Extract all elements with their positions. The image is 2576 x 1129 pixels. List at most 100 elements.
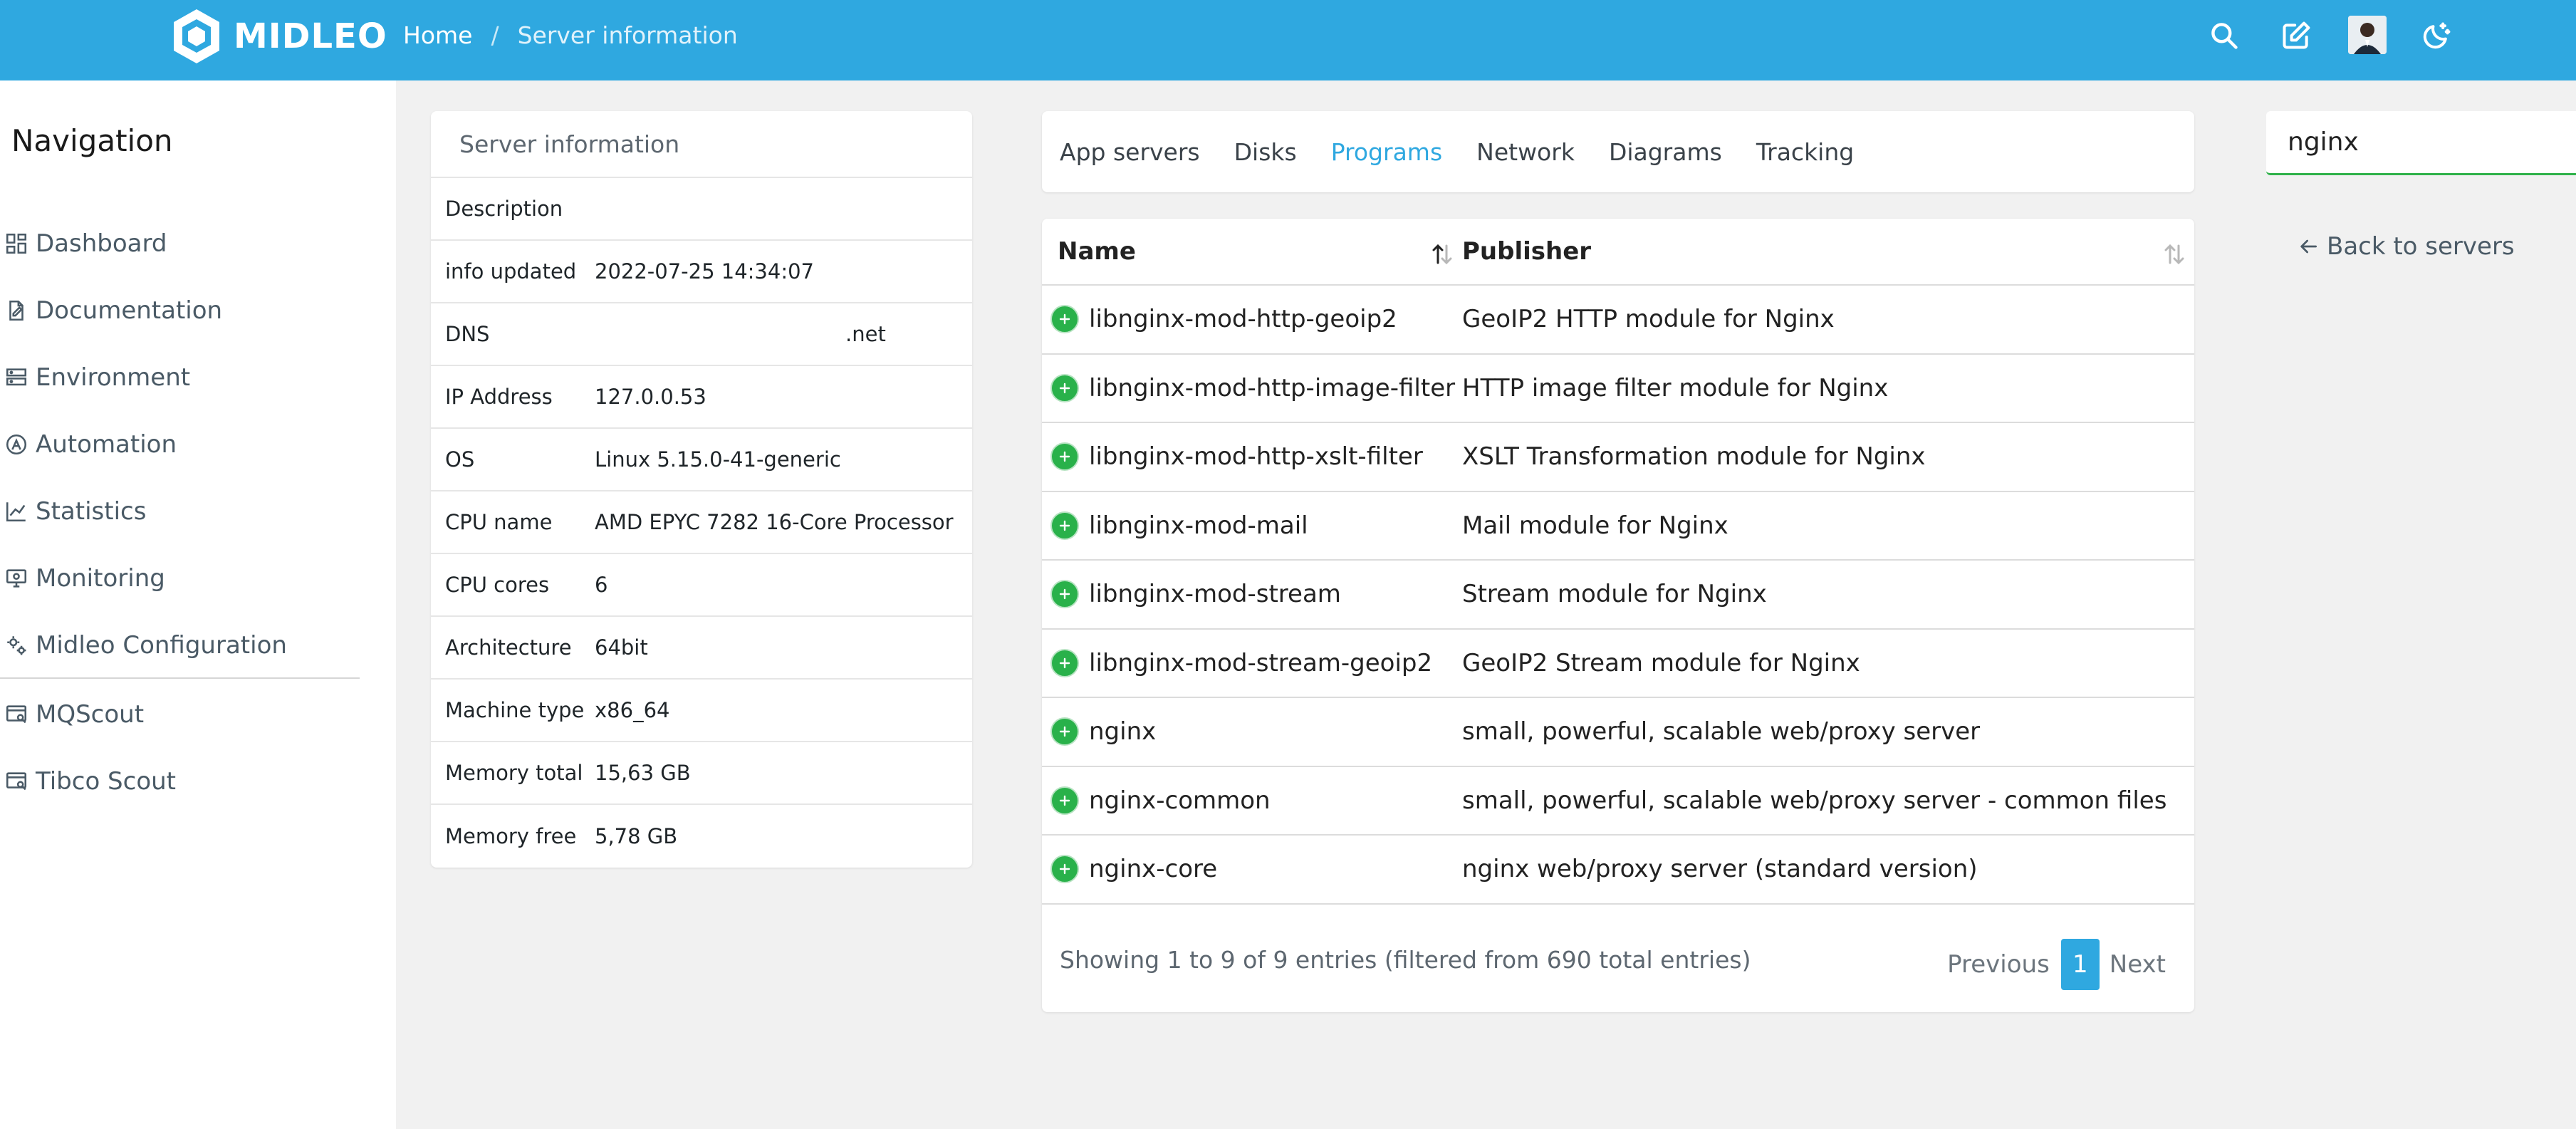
info-row-memory-total: Memory total 15,63 GB	[431, 742, 972, 805]
table-row: nginx-common small, powerful, scalable w…	[1042, 767, 2194, 836]
sidebar-item-midleo-configuration[interactable]: Midleo Configuration	[0, 620, 360, 670]
table-search-input[interactable]	[2288, 128, 2576, 157]
program-publisher: small, powerful, scalable web/proxy serv…	[1462, 717, 1981, 746]
avatar[interactable]	[2348, 16, 2387, 54]
sidebar-item-label: Automation	[36, 430, 177, 459]
sidebar-item-statistics[interactable]: Statistics	[0, 487, 360, 536]
user-avatar-icon	[2348, 16, 2387, 54]
dashboard-icon	[6, 233, 27, 254]
info-row-memory-free: Memory free 5,78 GB	[431, 805, 972, 868]
table-row: libnginx-mod-http-geoip2 GeoIP2 HTTP mod…	[1042, 286, 2194, 355]
expand-plus-icon[interactable]	[1050, 511, 1079, 540]
info-key: Machine type	[445, 698, 585, 722]
program-name: libnginx-mod-http-image-filter	[1089, 373, 1456, 402]
sidebar-item-documentation[interactable]: Documentation	[0, 286, 360, 335]
dark-mode-toggle[interactable]	[2418, 17, 2455, 54]
info-key: CPU name	[445, 510, 553, 534]
expand-plus-icon[interactable]	[1050, 305, 1079, 334]
search-button[interactable]	[2206, 17, 2243, 54]
expand-plus-icon[interactable]	[1050, 786, 1079, 815]
info-value: 64bit	[595, 635, 648, 660]
tab-app-servers[interactable]: App servers	[1060, 138, 1200, 166]
table-row: libnginx-mod-stream Stream module for Ng…	[1042, 561, 2194, 630]
server-info-title: Server information	[431, 111, 972, 178]
tab-programs[interactable]: Programs	[1331, 138, 1442, 166]
arrow-left-icon	[2300, 239, 2317, 254]
sort-icon	[2164, 244, 2184, 265]
sidebar-item-mqscout[interactable]: MQScout	[0, 690, 360, 739]
program-name: libnginx-mod-http-xslt-filter	[1089, 442, 1423, 472]
info-value: 15,63 GB	[595, 761, 691, 785]
edit-button[interactable]	[2278, 17, 2315, 54]
sidebar: Navigation Dashboard Documentation Envir…	[0, 80, 396, 1129]
expand-plus-icon[interactable]	[1050, 855, 1079, 884]
sidebar-item-label: Midleo Configuration	[36, 631, 287, 660]
program-publisher: Mail module for Nginx	[1462, 511, 1728, 540]
program-name: nginx-common	[1089, 786, 1271, 815]
back-link-label: Back to servers	[2327, 232, 2515, 261]
sidebar-item-automation[interactable]: Automation	[0, 420, 360, 469]
expand-plus-icon[interactable]	[1050, 580, 1079, 609]
program-name: libnginx-mod-mail	[1089, 511, 1308, 540]
sidebar-item-dashboard[interactable]: Dashboard	[0, 219, 360, 269]
program-publisher: GeoIP2 HTTP module for Nginx	[1462, 305, 1835, 334]
info-key: info updated	[445, 259, 577, 283]
table-row: libnginx-mod-http-image-filter HTTP imag…	[1042, 355, 2194, 423]
logo-icon	[174, 9, 219, 63]
program-name: libnginx-mod-stream-geoip2	[1089, 648, 1433, 677]
table-footer: Showing 1 to 9 of 9 entries (filtered fr…	[1042, 927, 2194, 992]
sidebar-item-tibco-scout[interactable]: Tibco Scout	[0, 756, 360, 806]
table-row: nginx small, powerful, scalable web/prox…	[1042, 698, 2194, 767]
sidebar-item-label: Environment	[36, 363, 191, 392]
info-key: Memory total	[445, 761, 583, 785]
sidebar-item-label: MQScout	[36, 700, 145, 729]
brand-logo[interactable]: MIDLEO	[171, 6, 387, 67]
info-key: CPU cores	[445, 573, 550, 597]
column-header-label: Name	[1058, 237, 1136, 266]
sidebar-divider	[0, 677, 360, 679]
sidebar-item-monitoring[interactable]: Monitoring	[0, 553, 360, 603]
expand-plus-icon[interactable]	[1050, 717, 1079, 746]
column-header-name[interactable]: Name	[1042, 219, 1462, 284]
info-row-cpu-name: CPU name AMD EPYC 7282 16-Core Processor	[431, 491, 972, 554]
tab-diagrams[interactable]: Diagrams	[1609, 138, 1722, 166]
brand-name: MIDLEO	[234, 16, 387, 56]
program-name: libnginx-mod-stream	[1089, 580, 1341, 609]
info-value: 127.0.0.53	[595, 385, 706, 409]
breadcrumb-home[interactable]: Home	[403, 21, 472, 49]
program-name: libnginx-mod-http-geoip2	[1089, 305, 1397, 334]
program-name: nginx	[1089, 717, 1157, 746]
search-icon	[2211, 23, 2238, 49]
table-row: libnginx-mod-stream-geoip2 GeoIP2 Stream…	[1042, 630, 2194, 698]
program-publisher: nginx web/proxy server (standard version…	[1462, 855, 1978, 884]
back-to-servers-link[interactable]: Back to servers	[2297, 232, 2515, 261]
mqscout-icon	[6, 705, 27, 724]
info-row-description: Description	[431, 178, 972, 241]
breadcrumb: Home / Server information	[403, 17, 738, 53]
dark-mode-icon	[2423, 22, 2451, 49]
tab-tracking[interactable]: Tracking	[1756, 138, 1854, 166]
sidebar-item-label: Documentation	[36, 296, 223, 325]
program-publisher: HTTP image filter module for Nginx	[1462, 373, 1889, 402]
pagination: Previous 1 Next	[1947, 939, 2166, 990]
info-value: 5,78 GB	[595, 824, 678, 848]
program-publisher: XSLT Transformation module for Nginx	[1462, 442, 1926, 472]
expand-plus-icon[interactable]	[1050, 442, 1079, 472]
program-publisher: GeoIP2 Stream module for Nginx	[1462, 648, 1860, 677]
pagination-page-1[interactable]: 1	[2060, 939, 2100, 990]
expand-plus-icon[interactable]	[1050, 648, 1079, 677]
server-info-card: Server information Description info upda…	[431, 111, 972, 868]
sidebar-item-environment[interactable]: Environment	[0, 353, 360, 402]
sidebar-title: Navigation	[11, 123, 173, 158]
tab-disks[interactable]: Disks	[1234, 138, 1297, 166]
pagination-next[interactable]: Next	[2110, 950, 2166, 979]
expand-plus-icon[interactable]	[1050, 373, 1079, 402]
column-header-publisher[interactable]: Publisher	[1462, 219, 2194, 284]
pagination-previous[interactable]: Previous	[1947, 950, 2050, 979]
top-bar: MIDLEO Home / Server information	[0, 0, 2576, 80]
tab-network[interactable]: Network	[1476, 138, 1575, 166]
info-value: Linux 5.15.0-41-generic	[595, 447, 841, 472]
table-row: nginx-core nginx web/proxy server (stand…	[1042, 836, 2194, 905]
info-value: x86_64	[595, 698, 670, 722]
info-value: AMD EPYC 7282 16-Core Processor	[595, 510, 954, 534]
